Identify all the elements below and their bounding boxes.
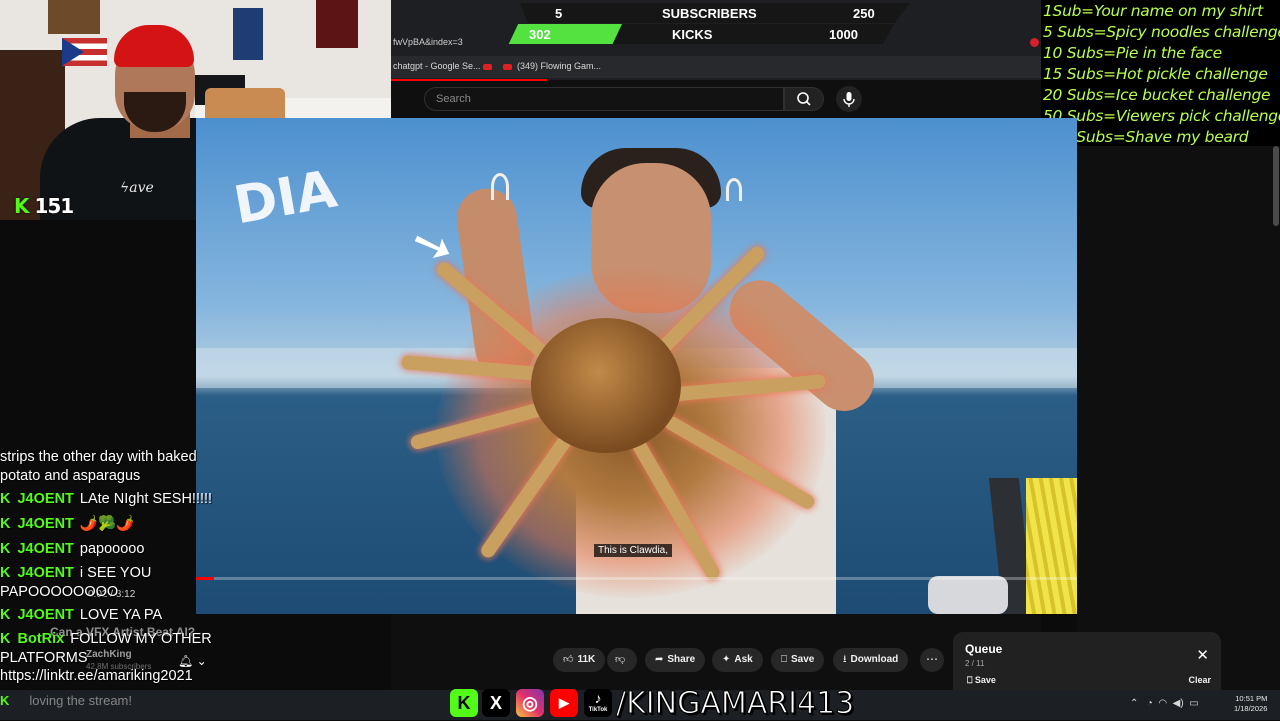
goal-banner: 5 SUBSCRIBERS 250 302 KICKS 1000	[508, 0, 910, 46]
sparkle-icon: ✦	[722, 654, 731, 665]
download-button[interactable]: ⭳ Download	[833, 648, 909, 672]
chat-message: PLATFORMS	[0, 650, 88, 666]
share-button[interactable]: ➦ Share	[645, 648, 706, 672]
bookmark-icon: ⎕	[967, 675, 975, 685]
video-overlay-text: DIA	[229, 159, 342, 237]
youtube-icon	[503, 63, 512, 70]
kicks-current: 302	[529, 27, 551, 42]
chat-message: K J4OENT i SEE YOU	[0, 565, 152, 581]
network-icon[interactable]: ◔	[1147, 698, 1153, 709]
download-icon: ⭳	[843, 654, 847, 665]
video-player[interactable]: DIA ➘	[196, 118, 1077, 614]
kick-icon: K	[0, 541, 11, 557]
chat-message: Kloving the stream!	[0, 693, 132, 708]
page-load-bar	[391, 79, 547, 81]
chat-message: K J4OENT LOVE YA PA	[0, 607, 163, 623]
bookmark-bar: chatgpt - Google Se... (349) Flowing Gam…	[391, 56, 1041, 78]
subs-target: 250	[853, 6, 875, 21]
share-icon: ➦	[655, 654, 664, 665]
page-scrollbar[interactable]	[1273, 146, 1279, 226]
kicks-progress-fill	[508, 24, 622, 44]
close-icon[interactable]: ✕	[1196, 646, 1209, 664]
chat-message: K J4OENT LAte NIght SESH!!!!!	[0, 491, 213, 507]
flag-decoration	[62, 38, 107, 66]
subs-label: SUBSCRIBERS	[662, 6, 757, 21]
chat-message: K J4OENT papooooo	[0, 541, 145, 557]
goal-item: 20 Subs=Ice bucket challenge	[1043, 86, 1271, 104]
queue-clear-button[interactable]: Clear	[1188, 675, 1211, 685]
save-button[interactable]: ⎕ Save	[771, 648, 825, 672]
volume-icon[interactable]: ◀)	[1173, 698, 1184, 709]
dislike-button[interactable]: 👎︎	[607, 648, 638, 672]
ask-button[interactable]: ✦ Ask	[712, 648, 763, 672]
microphone-icon	[843, 92, 855, 107]
more-actions-button[interactable]: ⋯	[920, 648, 944, 672]
tiktok-label: TikTok	[588, 707, 608, 713]
bookmark-chatgpt[interactable]: chatgpt - Google Se...	[393, 61, 481, 71]
streamer-handle: /KINGAMARI413	[615, 686, 855, 721]
x-icon: X	[482, 689, 510, 717]
system-tray[interactable]: ⌃ ◔ ◠ ◀) ▭	[1130, 698, 1199, 709]
battery-icon[interactable]: ▭	[1189, 698, 1198, 709]
kicks-label: KICKS	[672, 27, 713, 42]
goal-item: 1Sub=Your name on my shirt	[1043, 2, 1263, 20]
chat-message: K BotRix FOLLOW MY OTHER	[0, 631, 212, 647]
chat-overlay: strips the other day with baked potato a…	[0, 440, 300, 690]
tiktok-icon: ♪ TikTok	[584, 689, 612, 717]
follower-count: 151	[34, 194, 74, 218]
queue-title: Queue	[965, 642, 1003, 656]
bookmark-flowing-games[interactable]: (349) Flowing Gam...	[503, 61, 601, 71]
kick-icon: K	[0, 693, 10, 708]
queue-count: 2 / 11	[965, 659, 985, 668]
kick-icon: K	[14, 194, 29, 218]
youtube-icon	[483, 63, 492, 70]
follower-counter: K 151	[14, 194, 74, 218]
kicks-target: 1000	[829, 27, 858, 42]
crab-body	[531, 318, 681, 453]
chevron-up-icon[interactable]: ⌃	[1130, 698, 1138, 709]
bookmark-icon: ⎕	[781, 654, 787, 665]
thumbs-up-icon: 👍︎	[563, 654, 574, 665]
chat-message: K J4OENT 🌶️🥦🌶️	[0, 516, 135, 532]
taskbar-clock[interactable]: 10:51 PM 1/18/2026	[1234, 694, 1267, 714]
kick-icon: K	[0, 631, 11, 647]
more-icon: ⋯	[926, 652, 938, 666]
thumbs-down-icon: 👎︎	[615, 654, 626, 665]
chat-message: PAPOOOOOOOO	[0, 584, 119, 600]
kick-icon: K	[450, 689, 478, 717]
youtube-icon: ▶	[550, 689, 578, 717]
search-button[interactable]	[784, 87, 824, 111]
chat-message: strips the other day with baked	[0, 449, 197, 465]
address-bar-fragment[interactable]: fwVpBA&index=3	[393, 37, 463, 47]
video-caption: This is Clawdia,	[594, 544, 673, 557]
goal-item: 10 Subs=Pie in the face	[1043, 44, 1222, 62]
kick-icon: K	[0, 607, 11, 623]
wifi-icon[interactable]: ◠	[1158, 698, 1167, 709]
chat-message: https://linktr.ee/amariking2021	[0, 668, 193, 684]
subs-current: 5	[555, 6, 563, 21]
instagram-icon: ◎	[516, 689, 544, 717]
search-input[interactable]: Search	[424, 87, 784, 111]
search-icon	[797, 92, 811, 106]
youtube-sidebar	[1077, 146, 1280, 690]
voice-search-button[interactable]	[836, 86, 862, 112]
goal-item: 50 Subs=Viewers pick challenge	[1043, 107, 1280, 125]
chat-message: potato and asparagus	[0, 468, 141, 484]
like-button[interactable]: 👍︎ 11K	[553, 648, 606, 672]
kick-icon: K	[0, 516, 11, 532]
bookmark-youtube-1[interactable]	[483, 61, 497, 71]
kick-icon: K	[0, 491, 11, 507]
goal-item: 5 Subs=Spicy noodles challenge	[1043, 23, 1280, 41]
seek-bar[interactable]	[196, 577, 1077, 580]
goal-item: 15 Subs=Hot pickle challenge	[1043, 65, 1268, 83]
queue-save-button[interactable]: ⎕ Save	[967, 675, 996, 686]
kick-icon: K	[0, 565, 11, 581]
queue-panel: Queue 2 / 11 ✕ ⎕ Save Clear	[953, 632, 1221, 690]
record-indicator-icon	[1030, 38, 1039, 47]
